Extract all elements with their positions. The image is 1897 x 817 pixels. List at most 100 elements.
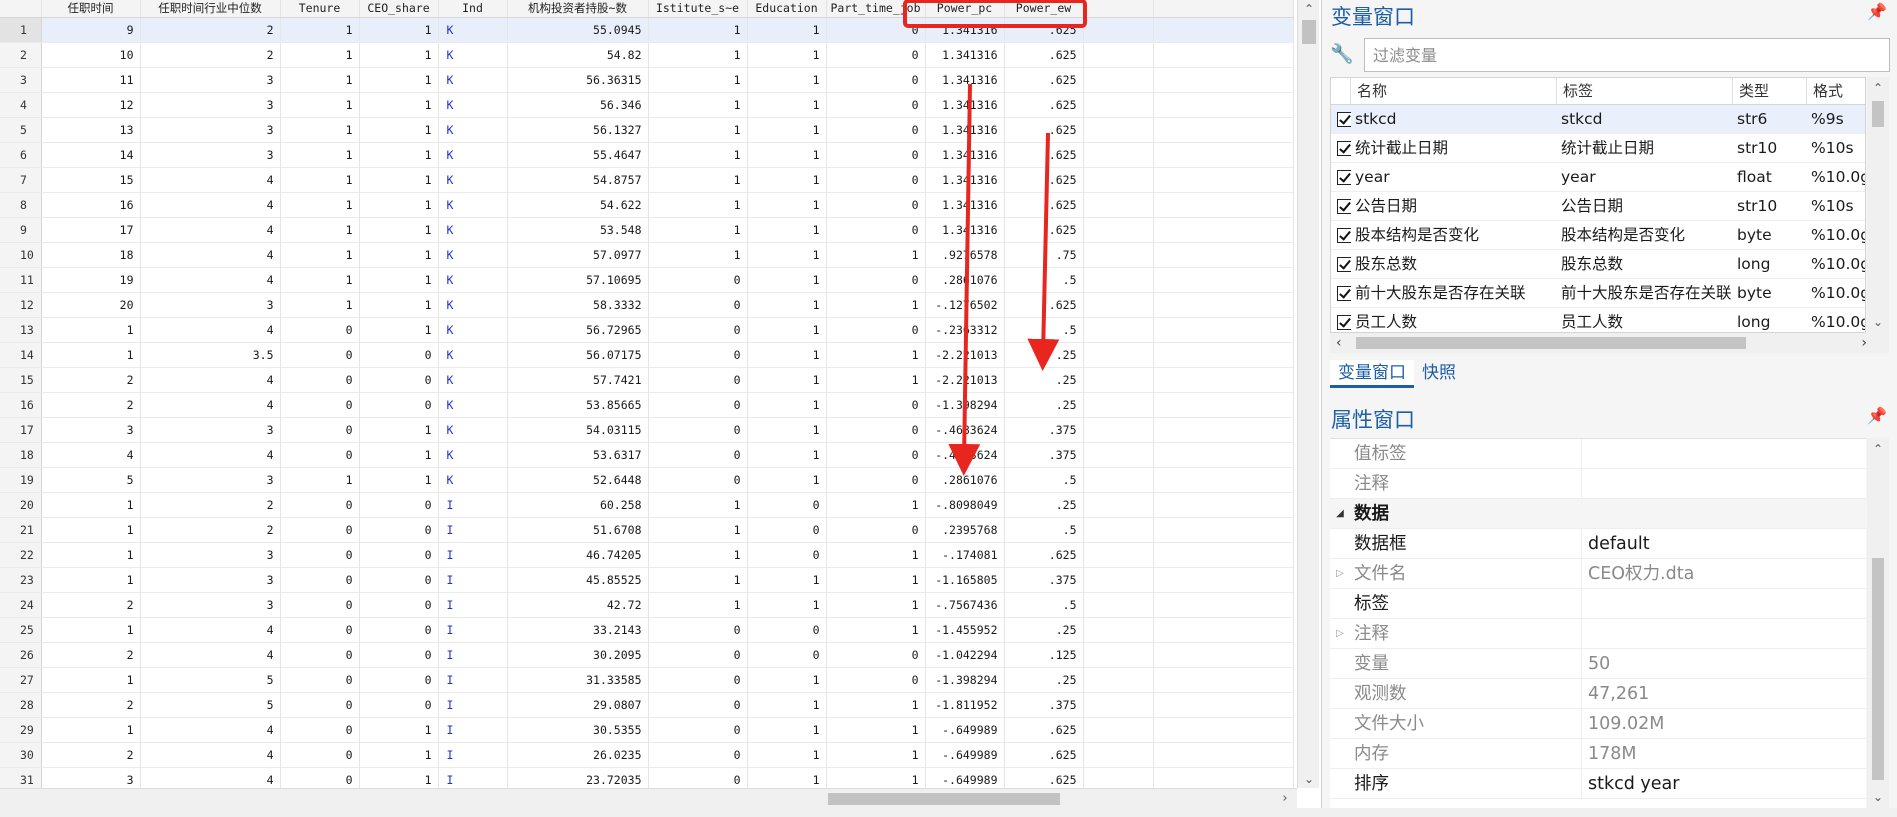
table-cell[interactable]: 1 xyxy=(826,567,926,593)
table-cell[interactable]: 4 xyxy=(140,317,281,343)
table-cell[interactable]: 0 xyxy=(747,542,827,568)
variable-checkbox[interactable] xyxy=(1331,105,1351,133)
table-cell[interactable]: 0 xyxy=(648,392,748,418)
table-cell[interactable]: 0 xyxy=(280,342,360,368)
filter-variables-input[interactable] xyxy=(1364,38,1890,72)
table-cell[interactable]: 1.341316 xyxy=(925,67,1005,93)
table-cell[interactable]: 56.346 xyxy=(507,92,649,118)
table-cell[interactable]: -1.455952 xyxy=(925,617,1005,643)
table-cell[interactable]: 57.7421 xyxy=(507,367,649,393)
table-cell[interactable]: 2 xyxy=(140,42,281,68)
row-number[interactable]: 29 xyxy=(0,717,42,743)
table-cell[interactable]: 2 xyxy=(41,592,141,618)
table-row[interactable]: 10 18 4 1 1 K 57.0977 1 1 1.9276578.75 xyxy=(0,242,1294,268)
table-cell[interactable]: K xyxy=(438,67,508,93)
table-cell[interactable]: K xyxy=(438,417,508,443)
table-cell[interactable]: K xyxy=(438,467,508,493)
property-row[interactable]: 注释 xyxy=(1330,469,1866,499)
table-cell[interactable]: 1 xyxy=(359,417,439,443)
row-number[interactable]: 7 xyxy=(0,167,42,193)
variable-checkbox[interactable] xyxy=(1331,192,1351,220)
table-cell[interactable]: 0 xyxy=(280,692,360,718)
table-cell[interactable]: 1 xyxy=(280,142,360,168)
table-cell[interactable]: 0 xyxy=(826,67,926,93)
row-number[interactable]: 22 xyxy=(0,542,42,568)
table-cell[interactable]: 0 xyxy=(280,392,360,418)
table-cell[interactable]: 1 xyxy=(826,742,926,768)
table-cell[interactable]: 0 xyxy=(826,17,926,43)
table-cell[interactable]: 11 xyxy=(41,67,141,93)
property-row[interactable]: 标签 xyxy=(1330,589,1866,619)
table-cell[interactable]: 58.3332 xyxy=(507,292,649,318)
table-cell[interactable]: 1 xyxy=(359,117,439,143)
table-cell[interactable]: .625 xyxy=(1004,292,1084,318)
table-cell[interactable]: 1 xyxy=(648,142,748,168)
grid-vertical-scrollbar[interactable]: ⌃ ⌄ xyxy=(1297,0,1319,788)
table-cell[interactable]: 1 xyxy=(359,267,439,293)
row-number[interactable]: 8 xyxy=(0,192,42,218)
table-cell[interactable]: 17 xyxy=(41,217,141,243)
table-cell[interactable]: 1 xyxy=(359,317,439,343)
table-cell[interactable]: 1 xyxy=(747,167,827,193)
table-cell[interactable]: 0 xyxy=(280,717,360,743)
table-row[interactable]: 22 1 3 0 0 I 46.74205 1 0 1 -.174081.625 xyxy=(0,542,1294,568)
table-cell[interactable]: 9 xyxy=(41,17,141,43)
table-cell[interactable]: 1 xyxy=(280,192,360,218)
table-cell[interactable]: 26.0235 xyxy=(507,742,649,768)
table-cell[interactable]: I xyxy=(438,667,508,693)
table-cell[interactable]: 0 xyxy=(280,442,360,468)
table-cell[interactable]: I xyxy=(438,692,508,718)
table-row[interactable]: 21 1 2 0 0 I 51.6708 1 0 0.2395768.5 xyxy=(0,517,1294,543)
properties-vertical-scrollbar[interactable]: ⌃ ⌄ xyxy=(1867,438,1889,808)
variable-checkbox[interactable] xyxy=(1331,308,1351,332)
row-number[interactable]: 25 xyxy=(0,617,42,643)
table-cell[interactable]: 1 xyxy=(359,742,439,768)
table-cell[interactable]: 15 xyxy=(41,167,141,193)
table-cell[interactable]: .625 xyxy=(1004,142,1084,168)
table-cell[interactable]: 60.258 xyxy=(507,492,649,518)
pin-icon[interactable]: 📌 xyxy=(1867,406,1887,425)
table-cell[interactable]: 0 xyxy=(826,467,926,493)
table-cell[interactable]: K xyxy=(438,242,508,268)
row-number[interactable]: 23 xyxy=(0,567,42,593)
table-cell[interactable]: 1 xyxy=(359,167,439,193)
table-cell[interactable]: I xyxy=(438,767,508,788)
table-cell[interactable]: .25 xyxy=(1004,667,1084,693)
table-cell[interactable]: 0 xyxy=(280,742,360,768)
table-cell[interactable]: 1 xyxy=(747,692,827,718)
table-cell[interactable]: 1 xyxy=(648,242,748,268)
table-cell[interactable]: 0 xyxy=(747,492,827,518)
table-cell[interactable]: 2 xyxy=(41,692,141,718)
table-cell[interactable]: 1 xyxy=(280,17,360,43)
table-cell[interactable]: 1 xyxy=(280,167,360,193)
table-cell[interactable]: .625 xyxy=(1004,717,1084,743)
table-cell[interactable]: .625 xyxy=(1004,42,1084,68)
table-cell[interactable]: K xyxy=(438,317,508,343)
table-cell[interactable]: 0 xyxy=(826,167,926,193)
table-cell[interactable]: 1 xyxy=(747,567,827,593)
table-cell[interactable]: 0 xyxy=(826,42,926,68)
table-cell[interactable]: .125 xyxy=(1004,642,1084,668)
table-cell[interactable]: 33.2143 xyxy=(507,617,649,643)
table-cell[interactable]: 0 xyxy=(648,717,748,743)
table-cell[interactable]: 0 xyxy=(648,617,748,643)
table-cell[interactable]: 3 xyxy=(140,567,281,593)
table-cell[interactable]: .625 xyxy=(1004,767,1084,788)
scroll-down-icon[interactable]: ⌄ xyxy=(1867,315,1889,329)
table-cell[interactable]: 4 xyxy=(140,642,281,668)
table-cell[interactable]: I xyxy=(438,592,508,618)
table-cell[interactable]: -.649989 xyxy=(925,717,1005,743)
table-cell[interactable]: .625 xyxy=(1004,217,1084,243)
table-row[interactable]: 11 19 4 1 1 K 57.10695 0 1 0.2861076.5 xyxy=(0,267,1294,293)
table-cell[interactable]: 5 xyxy=(140,692,281,718)
column-header-power-ew[interactable]: Power_ew xyxy=(1004,0,1084,18)
table-cell[interactable]: 1 xyxy=(747,717,827,743)
table-cell[interactable]: -2.221013 xyxy=(925,367,1005,393)
table-cell[interactable]: 1 xyxy=(41,317,141,343)
table-cell[interactable]: 3.5 xyxy=(140,342,281,368)
table-cell[interactable]: 31.33585 xyxy=(507,667,649,693)
row-number[interactable]: 4 xyxy=(0,92,42,118)
scroll-up-icon[interactable]: ⌃ xyxy=(1298,0,1320,18)
table-row[interactable]: 2 10 2 1 1 K 54.82 1 1 0 1.341316.625 xyxy=(0,42,1294,68)
table-cell[interactable]: 0 xyxy=(280,567,360,593)
